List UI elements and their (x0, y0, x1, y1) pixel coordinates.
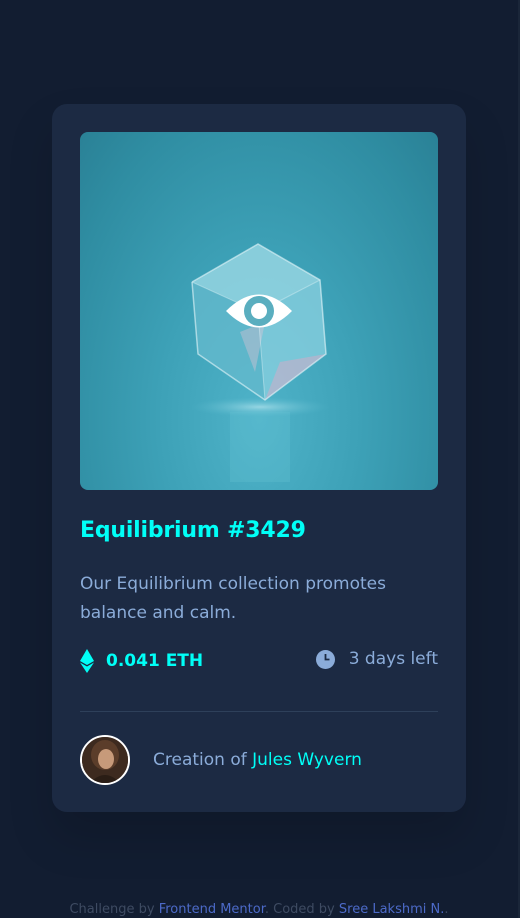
nft-stats: 0.041 ETH 3 days left (80, 649, 438, 679)
creator-name-link[interactable]: Jules Wyvern (252, 750, 362, 770)
frontend-mentor-link[interactable]: Frontend Mentor (159, 902, 265, 917)
creator-line: Creation of Jules Wyvern (153, 750, 362, 770)
price: 0.041 ETH (80, 649, 203, 673)
author-link[interactable]: Sree Lakshmi N. (339, 902, 444, 917)
time-left: 3 days left (315, 649, 438, 669)
ethereum-icon (80, 649, 94, 673)
price-value: 0.041 ETH (106, 651, 204, 671)
time-left-value: 3 days left (348, 649, 438, 669)
clock-icon (315, 649, 335, 669)
nft-description: Our Equilibrium collection promotes bala… (80, 574, 386, 623)
nft-image[interactable] (80, 132, 438, 490)
attribution-suffix: . (444, 902, 449, 917)
avatar (80, 735, 130, 785)
attribution-prefix: Challenge by (69, 902, 159, 917)
nft-card: Equilibrium #3429 Our Equilibrium collec… (52, 104, 466, 812)
creator: Creation of Jules Wyvern (80, 735, 362, 785)
avatar-portrait (82, 737, 128, 783)
attribution: Challenge by Frontend Mentor. Coded by S… (0, 902, 518, 917)
nft-title[interactable]: Equilibrium #3429 (80, 518, 306, 543)
creator-prefix: Creation of (153, 750, 253, 770)
divider (80, 711, 438, 712)
crystal-cube-illustration (190, 243, 330, 482)
attribution-middle: . Coded by (264, 902, 339, 917)
